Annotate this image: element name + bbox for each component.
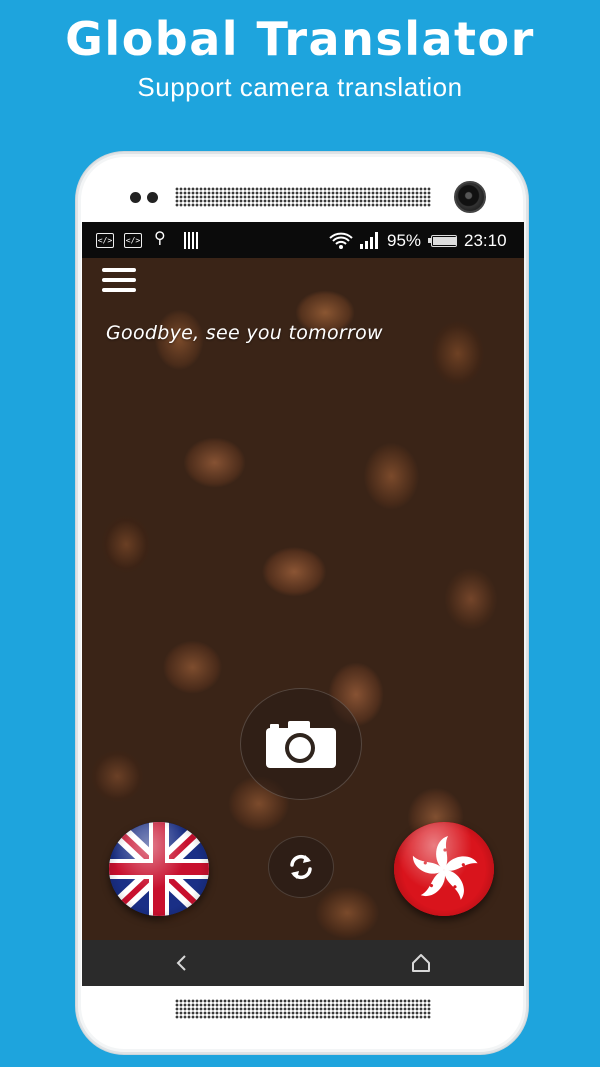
promo-title: Global Translator bbox=[65, 12, 535, 66]
swap-languages-button[interactable] bbox=[268, 836, 334, 898]
translated-text: Goodbye, see you tomorrow bbox=[106, 322, 383, 344]
developer-icon: </> bbox=[124, 233, 142, 248]
capture-button[interactable] bbox=[240, 688, 362, 800]
united-kingdom-flag bbox=[109, 822, 209, 916]
promo-subtitle: Support camera translation bbox=[137, 72, 463, 102]
camera-icon bbox=[266, 721, 336, 768]
phone-screen: </> </> ⚲ 95% 23:10 Goodbye, see you tom… bbox=[82, 222, 524, 986]
battery-percent: 95% bbox=[387, 231, 422, 250]
status-bar: </> </> ⚲ 95% 23:10 bbox=[82, 222, 524, 258]
swap-languages-icon bbox=[290, 854, 312, 880]
hong-kong-flag bbox=[394, 822, 494, 916]
storage-icon bbox=[184, 232, 200, 249]
battery-icon bbox=[428, 235, 457, 247]
wifi-icon bbox=[329, 232, 353, 249]
signal-icon bbox=[360, 232, 378, 249]
camera-viewfinder[interactable]: Goodbye, see you tomorrow bbox=[82, 258, 524, 940]
front-camera-lens bbox=[454, 181, 486, 213]
bottom-speaker bbox=[175, 999, 431, 1019]
developer-icon: </> bbox=[96, 233, 114, 248]
status-clock: 23:10 bbox=[464, 231, 507, 250]
back-icon[interactable] bbox=[172, 952, 192, 974]
source-language-flag-uk[interactable] bbox=[109, 822, 209, 916]
usb-icon: ⚲ bbox=[154, 229, 166, 247]
target-language-flag-hk[interactable] bbox=[394, 822, 494, 916]
navigation-bar bbox=[82, 940, 524, 986]
hamburger-menu-icon[interactable] bbox=[102, 268, 136, 292]
home-icon[interactable] bbox=[410, 952, 432, 974]
earpiece-speaker bbox=[175, 187, 431, 207]
